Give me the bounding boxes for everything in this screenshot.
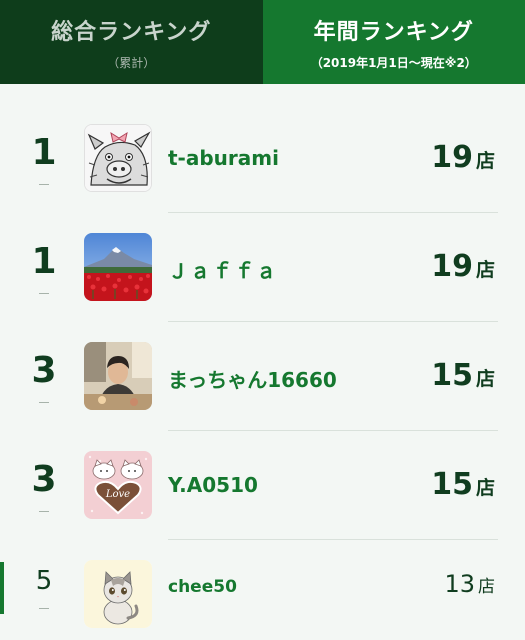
shop-count: 15 店 (431, 358, 495, 393)
shop-count: 13 店 (444, 570, 495, 598)
shop-count-unit: 店 (475, 477, 495, 499)
tab-annual-ranking[interactable]: 年間ランキング （2019年1月1日〜現在※2） (262, 0, 525, 84)
shop-count-unit: 店 (475, 259, 495, 281)
user-avatar[interactable] (84, 560, 152, 628)
ranking-row[interactable]: 1 Ｊａｆｆａ 19 店 (0, 213, 525, 322)
pig-manga-icon (85, 125, 151, 191)
ranking-row[interactable]: 1 t-aburami 19 店 (0, 104, 525, 213)
shop-count-value: 15 (431, 467, 473, 502)
row-highlight-bar (0, 562, 4, 614)
user-avatar[interactable] (84, 342, 152, 410)
ranking-row[interactable]: 3 Love Y.A0510 15 店 (0, 431, 525, 540)
ranking-tabs: 総合ランキング （累計） 年間ランキング （2019年1月1日〜現在※2） (0, 0, 525, 84)
shop-count-value: 19 (431, 140, 473, 175)
rank-number: 1 (31, 132, 57, 173)
tab-total-title: 総合ランキング (51, 19, 212, 45)
tab-annual-title: 年間ランキング (313, 19, 474, 45)
tab-total-ranking[interactable]: 総合ランキング （累計） (0, 0, 263, 84)
shop-count-value: 15 (431, 358, 473, 393)
shop-count: 15 店 (431, 467, 495, 502)
user-name-link[interactable]: まっちゃん16660 (168, 364, 337, 393)
shop-count-unit: 店 (475, 150, 495, 172)
rank-number: 3 (31, 350, 57, 391)
mountain-tulips-photo (84, 233, 152, 301)
shop-count-unit: 店 (475, 368, 495, 390)
shop-count-value: 13 (444, 570, 475, 598)
ranking-row[interactable]: 5 chee50 13 店 (0, 540, 525, 640)
rank-number: 3 (31, 459, 57, 500)
rank-divider (39, 511, 49, 512)
love-heart-cats-icon: Love (84, 451, 152, 519)
ranking-row[interactable]: 3 まっちゃん16660 15 店 (0, 322, 525, 431)
rank-number: 1 (31, 241, 57, 282)
rank-divider (39, 184, 49, 185)
kitten-cartoon-icon (84, 560, 152, 628)
user-avatar[interactable]: Love (84, 451, 152, 519)
user-name-link[interactable]: t-aburami (168, 146, 279, 170)
tab-annual-subtitle: （2019年1月1日〜現在※2） (310, 55, 477, 70)
rank-divider (39, 293, 49, 294)
person-photo (84, 342, 152, 410)
svg-text:Love: Love (105, 489, 130, 500)
user-avatar[interactable] (84, 233, 152, 301)
shop-count: 19 店 (431, 140, 495, 175)
user-name-link[interactable]: Y.A0510 (168, 473, 258, 497)
rank-number: 5 (35, 566, 53, 596)
shop-count-value: 19 (431, 249, 473, 284)
shop-count-unit: 店 (478, 577, 495, 597)
user-name-link[interactable]: chee50 (168, 577, 237, 597)
user-name-link[interactable]: Ｊａｆｆａ (168, 255, 278, 284)
user-avatar[interactable] (84, 124, 152, 192)
rank-divider (39, 608, 49, 609)
rank-divider (39, 402, 49, 403)
tab-total-subtitle: （累計） (107, 55, 156, 70)
shop-count: 19 店 (431, 249, 495, 284)
